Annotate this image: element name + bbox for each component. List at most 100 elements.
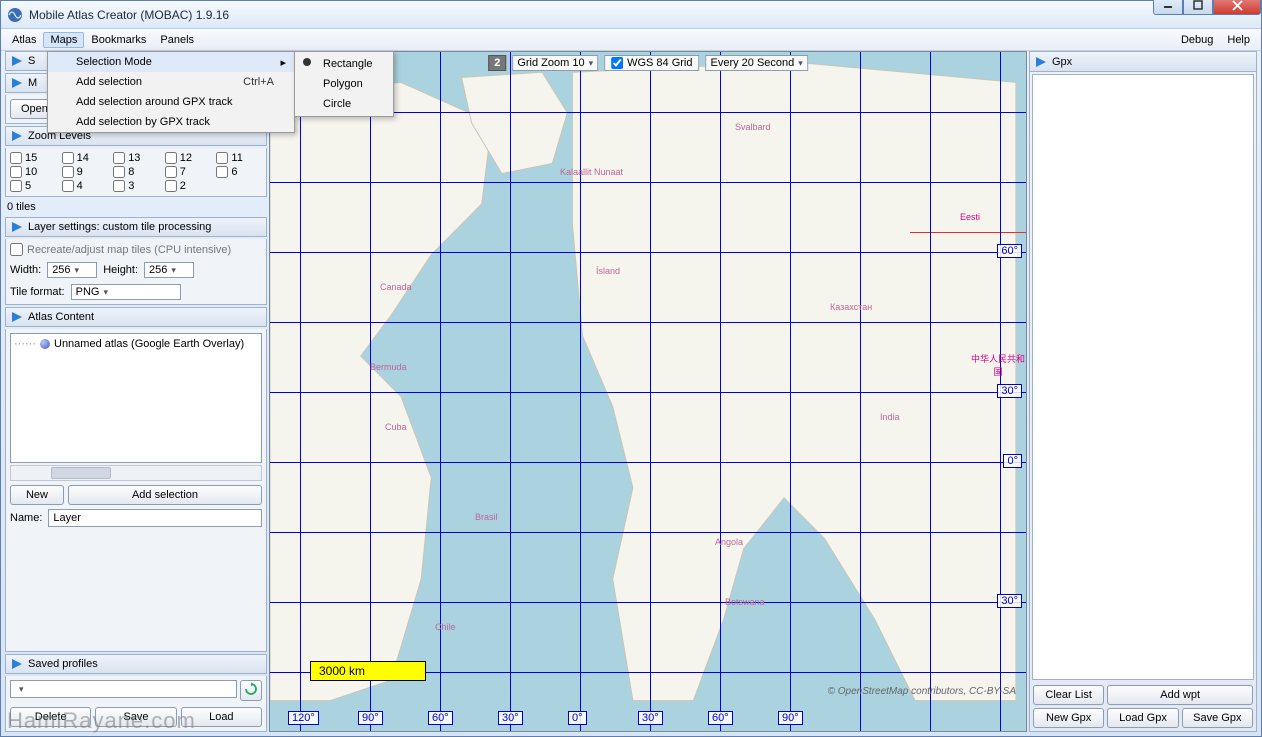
menu-bookmarks[interactable]: Bookmarks (84, 32, 153, 48)
add-wpt-button[interactable]: Add wpt (1107, 685, 1253, 705)
wgs84-checkbox[interactable]: WGS 84 Grid (604, 55, 699, 71)
gpx-header[interactable]: Gpx (1030, 52, 1256, 72)
grid-parallel (270, 392, 1026, 393)
zoom-level-12[interactable]: 12 (165, 152, 211, 164)
lat-label: 60° (997, 244, 1022, 258)
height-combo[interactable]: 256 (144, 262, 194, 278)
zoom-level-6[interactable]: 6 (216, 166, 262, 178)
menu-add-selection[interactable]: Add selection Ctrl+A (48, 72, 294, 92)
grid-zoom-combo[interactable]: Grid Zoom 10 (512, 55, 598, 71)
lon-label: 90° (358, 711, 383, 725)
grid-parallel (270, 462, 1026, 463)
grid-parallel (270, 182, 1026, 183)
lon-label: 60° (428, 711, 453, 725)
window-title: Mobile Atlas Creator (MOBAC) 1.9.16 (29, 8, 1153, 22)
new-gpx-button[interactable]: New Gpx (1033, 708, 1104, 728)
layer-settings-body: Recreate/adjust map tiles (CPU intensive… (5, 239, 267, 305)
lon-label: 30° (638, 711, 663, 725)
gpx-panel: Gpx Clear List Add wpt New Gpx Load Gpx … (1029, 51, 1257, 732)
menu-debug[interactable]: Debug (1174, 32, 1220, 48)
new-button[interactable]: New (10, 485, 64, 505)
width-combo[interactable]: 256 (47, 262, 97, 278)
zoom-level-10[interactable]: 10 (10, 166, 56, 178)
load-gpx-button[interactable]: Load Gpx (1107, 708, 1178, 728)
atlas-tree[interactable]: ⋯⋯ Unnamed atlas (Google Earth Overlay) (10, 333, 262, 463)
save-gpx-button[interactable]: Save Gpx (1182, 708, 1253, 728)
zoom-level-13[interactable]: 13 (113, 152, 159, 164)
tile-count: 0 tiles (5, 199, 267, 215)
atlas-root-node[interactable]: ⋯⋯ Unnamed atlas (Google Earth Overlay) (14, 337, 258, 350)
name-input[interactable] (48, 509, 262, 527)
reload-profile-button[interactable] (240, 680, 262, 701)
menu-help[interactable]: Help (1220, 32, 1257, 48)
submenu-polygon[interactable]: Polygon (295, 74, 393, 94)
zoom-level-3[interactable]: 3 (113, 180, 159, 192)
recreate-checkbox[interactable] (10, 243, 23, 256)
zoom-level-9[interactable]: 9 (62, 166, 108, 178)
zoom-level-11[interactable]: 11 (216, 152, 262, 164)
profile-combo[interactable] (10, 680, 237, 698)
zoom-level-4[interactable]: 4 (62, 180, 108, 192)
lon-label: 60° (708, 711, 733, 725)
map-red-line (910, 232, 1026, 233)
load-profile-button[interactable]: Load (181, 707, 262, 727)
menu-atlas[interactable]: Atlas (5, 32, 43, 48)
gpx-list[interactable] (1032, 74, 1254, 680)
close-button[interactable] (1213, 0, 1261, 15)
gpx-title: Gpx (1052, 56, 1072, 68)
refresh-icon (244, 682, 258, 696)
scale-bar: 3000 km (310, 661, 426, 681)
zoom-level-8[interactable]: 8 (113, 166, 159, 178)
left-sidebar: S M Open Zoom Levels 1514131211109876543… (5, 51, 267, 732)
tile-format-combo[interactable]: PNG (71, 284, 181, 300)
app-window: Mobile Atlas Creator (MOBAC) 1.9.16 Atla… (0, 0, 1262, 737)
submenu-arrow-icon: ▸ (280, 56, 286, 69)
lon-label: 0° (568, 711, 587, 725)
zoom-level-14[interactable]: 14 (62, 152, 108, 164)
grid-interval-combo[interactable]: Every 20 Second (706, 55, 808, 71)
lon-label: 30° (498, 711, 523, 725)
lat-label: 30° (997, 594, 1022, 608)
submenu-rectangle[interactable]: Rectangle (295, 54, 393, 74)
name-label: Name: (10, 512, 42, 524)
atlas-content-header[interactable]: Atlas Content (5, 307, 267, 327)
menu-maps[interactable]: Maps (43, 32, 84, 48)
submenu-circle[interactable]: Circle (295, 94, 393, 114)
titlebar: Mobile Atlas Creator (MOBAC) 1.9.16 (1, 1, 1261, 29)
zoom-level-5[interactable]: 5 (10, 180, 56, 192)
zoom-level-15[interactable]: 15 (10, 152, 56, 164)
minimize-button[interactable] (1153, 0, 1183, 15)
menu-selection-mode[interactable]: Selection Mode ▸ (48, 52, 294, 72)
delete-profile-button[interactable]: Delete (10, 707, 91, 727)
saved-profiles-body: Delete Save Load (5, 676, 267, 732)
menu-add-selection-around-gpx[interactable]: Add selection around GPX track (48, 92, 294, 112)
saved-profiles-header[interactable]: Saved profiles (5, 654, 267, 674)
expand-arrow-icon (1034, 55, 1048, 69)
menubar: Atlas Maps Bookmarks Panels Debug Help (1, 29, 1261, 51)
zoom-level-2[interactable]: 2 (165, 180, 211, 192)
add-selection-button[interactable]: Add selection (68, 485, 262, 505)
app-icon (7, 7, 23, 23)
recreate-label: Recreate/adjust map tiles (CPU intensive… (27, 244, 231, 256)
window-controls (1153, 0, 1261, 15)
save-profile-button[interactable]: Save (95, 707, 176, 727)
horizontal-scrollbar[interactable] (10, 465, 262, 481)
radio-selected-icon (303, 58, 311, 66)
maximize-button[interactable] (1183, 0, 1213, 15)
zoom-levels-body: 15 14 13 12 11 10 9876 5432 (5, 148, 267, 197)
grid-parallel (270, 602, 1026, 603)
clear-list-button[interactable]: Clear List (1033, 685, 1104, 705)
expand-arrow-icon (10, 220, 24, 234)
menu-panels[interactable]: Panels (153, 32, 201, 48)
expand-arrow-icon (10, 76, 24, 90)
grid-parallel (270, 322, 1026, 323)
content-area: S M Open Zoom Levels 1514131211109876543… (1, 51, 1261, 736)
zoom-level-7[interactable]: 7 (165, 166, 211, 178)
menu-add-selection-by-gpx[interactable]: Add selection by GPX track (48, 112, 294, 132)
tile-format-label: Tile format: (10, 286, 65, 298)
map-toolbar: 2 Grid Zoom 10 WGS 84 Grid Every 20 Seco… (488, 55, 808, 71)
layer-settings-header[interactable]: Layer settings: custom tile processing (5, 217, 267, 237)
map-viewport[interactable]: 2 Grid Zoom 10 WGS 84 Grid Every 20 Seco… (269, 51, 1027, 732)
lat-label: 30° (997, 384, 1022, 398)
expand-arrow-icon (10, 657, 24, 671)
